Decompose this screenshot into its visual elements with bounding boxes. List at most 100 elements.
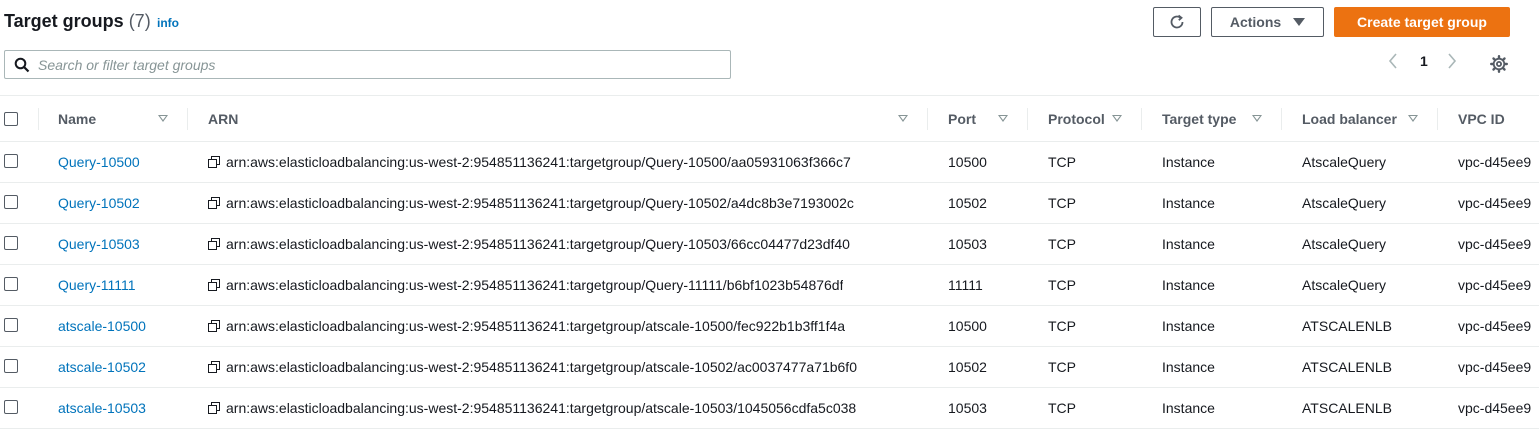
arn-text: arn:aws:elasticloadbalancing:us-west-2:9…: [226, 236, 850, 252]
table-row[interactable]: Query-10500 arn:aws:elasticloadbalancing:…: [0, 142, 1539, 183]
row-checkbox[interactable]: [4, 400, 18, 414]
info-link[interactable]: info: [157, 16, 179, 30]
table-row[interactable]: atscale-10503 arn:aws:elasticloadbalancin…: [0, 388, 1539, 429]
port-cell: 11111: [948, 277, 983, 293]
row-checkbox[interactable]: [4, 277, 18, 291]
target-type-cell: Instance: [1162, 195, 1215, 211]
sort-icon[interactable]: [1112, 115, 1122, 122]
port-cell: 10500: [948, 154, 987, 170]
arn-cell: arn:aws:elasticloadbalancing:us-west-2:9…: [208, 265, 843, 305]
sort-icon[interactable]: [1408, 115, 1418, 122]
copy-icon[interactable]: [208, 197, 220, 209]
select-all-checkbox[interactable]: [4, 112, 18, 126]
chevron-right-icon[interactable]: [1447, 53, 1457, 72]
row-checkbox[interactable]: [4, 154, 18, 168]
protocol-cell: TCP: [1048, 400, 1076, 416]
arn-text: arn:aws:elasticloadbalancing:us-west-2:9…: [226, 277, 844, 293]
copy-icon[interactable]: [208, 279, 220, 291]
copy-icon[interactable]: [208, 361, 220, 373]
load-balancer-cell: ATSCALENLB: [1302, 359, 1392, 375]
column-header-protocol[interactable]: Protocol: [1048, 96, 1105, 141]
vpc-id-cell: vpc-d45ee9: [1458, 318, 1532, 334]
row-checkbox[interactable]: [4, 195, 18, 209]
column-header-port[interactable]: Port: [948, 96, 976, 141]
arn-cell: arn:aws:elasticloadbalancing:us-west-2:9…: [208, 388, 856, 428]
target-type-cell: Instance: [1162, 236, 1215, 252]
target-group-count: (7): [128, 11, 151, 31]
protocol-cell: TCP: [1048, 195, 1076, 211]
row-checkbox[interactable]: [4, 318, 18, 332]
target-group-name-link[interactable]: Query-10500: [58, 142, 140, 182]
chevron-left-icon[interactable]: [1388, 53, 1398, 72]
table-row[interactable]: Query-11111 arn:aws:elasticloadbalancing:…: [0, 265, 1539, 306]
target-group-name-link[interactable]: atscale-10500: [58, 306, 146, 346]
column-header-target-type[interactable]: Target type: [1162, 96, 1236, 141]
protocol-cell: TCP: [1048, 154, 1076, 170]
row-checkbox[interactable]: [4, 359, 18, 373]
column-header-name[interactable]: Name: [58, 96, 96, 141]
target-groups-table: Name ARN Port Protocol Target type Load …: [0, 95, 1539, 429]
caret-down-icon: [1293, 18, 1306, 26]
protocol-cell: TCP: [1048, 359, 1076, 375]
sort-icon[interactable]: [998, 115, 1008, 122]
table-row[interactable]: Query-10502 arn:aws:elasticloadbalancing:…: [0, 183, 1539, 224]
sort-icon[interactable]: [158, 115, 168, 122]
arn-cell: arn:aws:elasticloadbalancing:us-west-2:9…: [208, 142, 851, 182]
load-balancer-cell: AtscaleQuery: [1302, 277, 1387, 293]
vpc-id-cell: vpc-d45ee9: [1458, 154, 1532, 170]
target-group-name-link[interactable]: atscale-10502: [58, 347, 146, 387]
copy-icon[interactable]: [208, 238, 220, 250]
row-checkbox[interactable]: [4, 236, 18, 250]
target-group-name-link[interactable]: atscale-10503: [58, 388, 146, 428]
arn-text: arn:aws:elasticloadbalancing:us-west-2:9…: [226, 318, 846, 334]
load-balancer-cell: ATSCALENLB: [1302, 318, 1392, 334]
table-row[interactable]: Query-10503 arn:aws:elasticloadbalancing:…: [0, 224, 1539, 265]
target-type-cell: Instance: [1162, 154, 1215, 170]
table-row[interactable]: atscale-10502 arn:aws:elasticloadbalancin…: [0, 347, 1539, 388]
table-row[interactable]: atscale-10500 arn:aws:elasticloadbalancin…: [0, 306, 1539, 347]
port-cell: 10503: [948, 236, 987, 252]
gear-icon[interactable]: [1490, 55, 1508, 73]
title-text: Target groups: [4, 11, 124, 31]
refresh-button[interactable]: [1153, 7, 1201, 37]
target-type-cell: Instance: [1162, 359, 1215, 375]
arn-cell: arn:aws:elasticloadbalancing:us-west-2:9…: [208, 224, 850, 264]
sort-icon[interactable]: [898, 115, 908, 122]
column-header-load-balancer[interactable]: Load balancer: [1302, 96, 1397, 141]
port-cell: 10502: [948, 359, 987, 375]
column-header-vpc-id[interactable]: VPC ID: [1458, 96, 1505, 141]
vpc-id-cell: vpc-d45ee9: [1458, 195, 1532, 211]
arn-text: arn:aws:elasticloadbalancing:us-west-2:9…: [226, 400, 857, 416]
create-target-group-button[interactable]: Create target group: [1334, 7, 1510, 37]
target-group-name-link[interactable]: Query-10502: [58, 183, 140, 223]
load-balancer-cell: ATSCALENLB: [1302, 400, 1392, 416]
vpc-id-cell: vpc-d45ee9: [1458, 359, 1532, 375]
copy-icon[interactable]: [208, 320, 220, 332]
refresh-icon: [1170, 14, 1184, 29]
load-balancer-cell: AtscaleQuery: [1302, 154, 1387, 170]
target-group-name-link[interactable]: Query-11111: [58, 265, 136, 305]
arn-text: arn:aws:elasticloadbalancing:us-west-2:9…: [226, 359, 857, 375]
arn-text: arn:aws:elasticloadbalancing:us-west-2:9…: [226, 195, 854, 211]
arn-text: arn:aws:elasticloadbalancing:us-west-2:9…: [226, 154, 851, 170]
target-group-name-link[interactable]: Query-10503: [58, 224, 140, 264]
table-body: Query-10500 arn:aws:elasticloadbalancing:…: [0, 142, 1539, 429]
search-placeholder: Search or filter target groups: [38, 57, 216, 73]
protocol-cell: TCP: [1048, 236, 1076, 252]
sort-icon[interactable]: [1252, 115, 1262, 122]
load-balancer-cell: AtscaleQuery: [1302, 236, 1387, 252]
actions-label: Actions: [1229, 14, 1282, 30]
port-cell: 10502: [948, 195, 987, 211]
target-type-cell: Instance: [1162, 277, 1215, 293]
copy-icon[interactable]: [208, 402, 220, 414]
actions-dropdown-button[interactable]: Actions: [1211, 7, 1324, 37]
protocol-cell: TCP: [1048, 277, 1076, 293]
port-cell: 10500: [948, 318, 987, 334]
current-page-number[interactable]: 1: [1420, 53, 1428, 69]
vpc-id-cell: vpc-d45ee9: [1458, 236, 1532, 252]
page-header: Target groups (7) info Actions Create ta…: [0, 0, 1539, 46]
copy-icon[interactable]: [208, 156, 220, 168]
search-field[interactable]: Search or filter target groups: [4, 50, 731, 79]
column-header-arn[interactable]: ARN: [208, 96, 238, 141]
page-title: Target groups (7): [4, 11, 151, 32]
